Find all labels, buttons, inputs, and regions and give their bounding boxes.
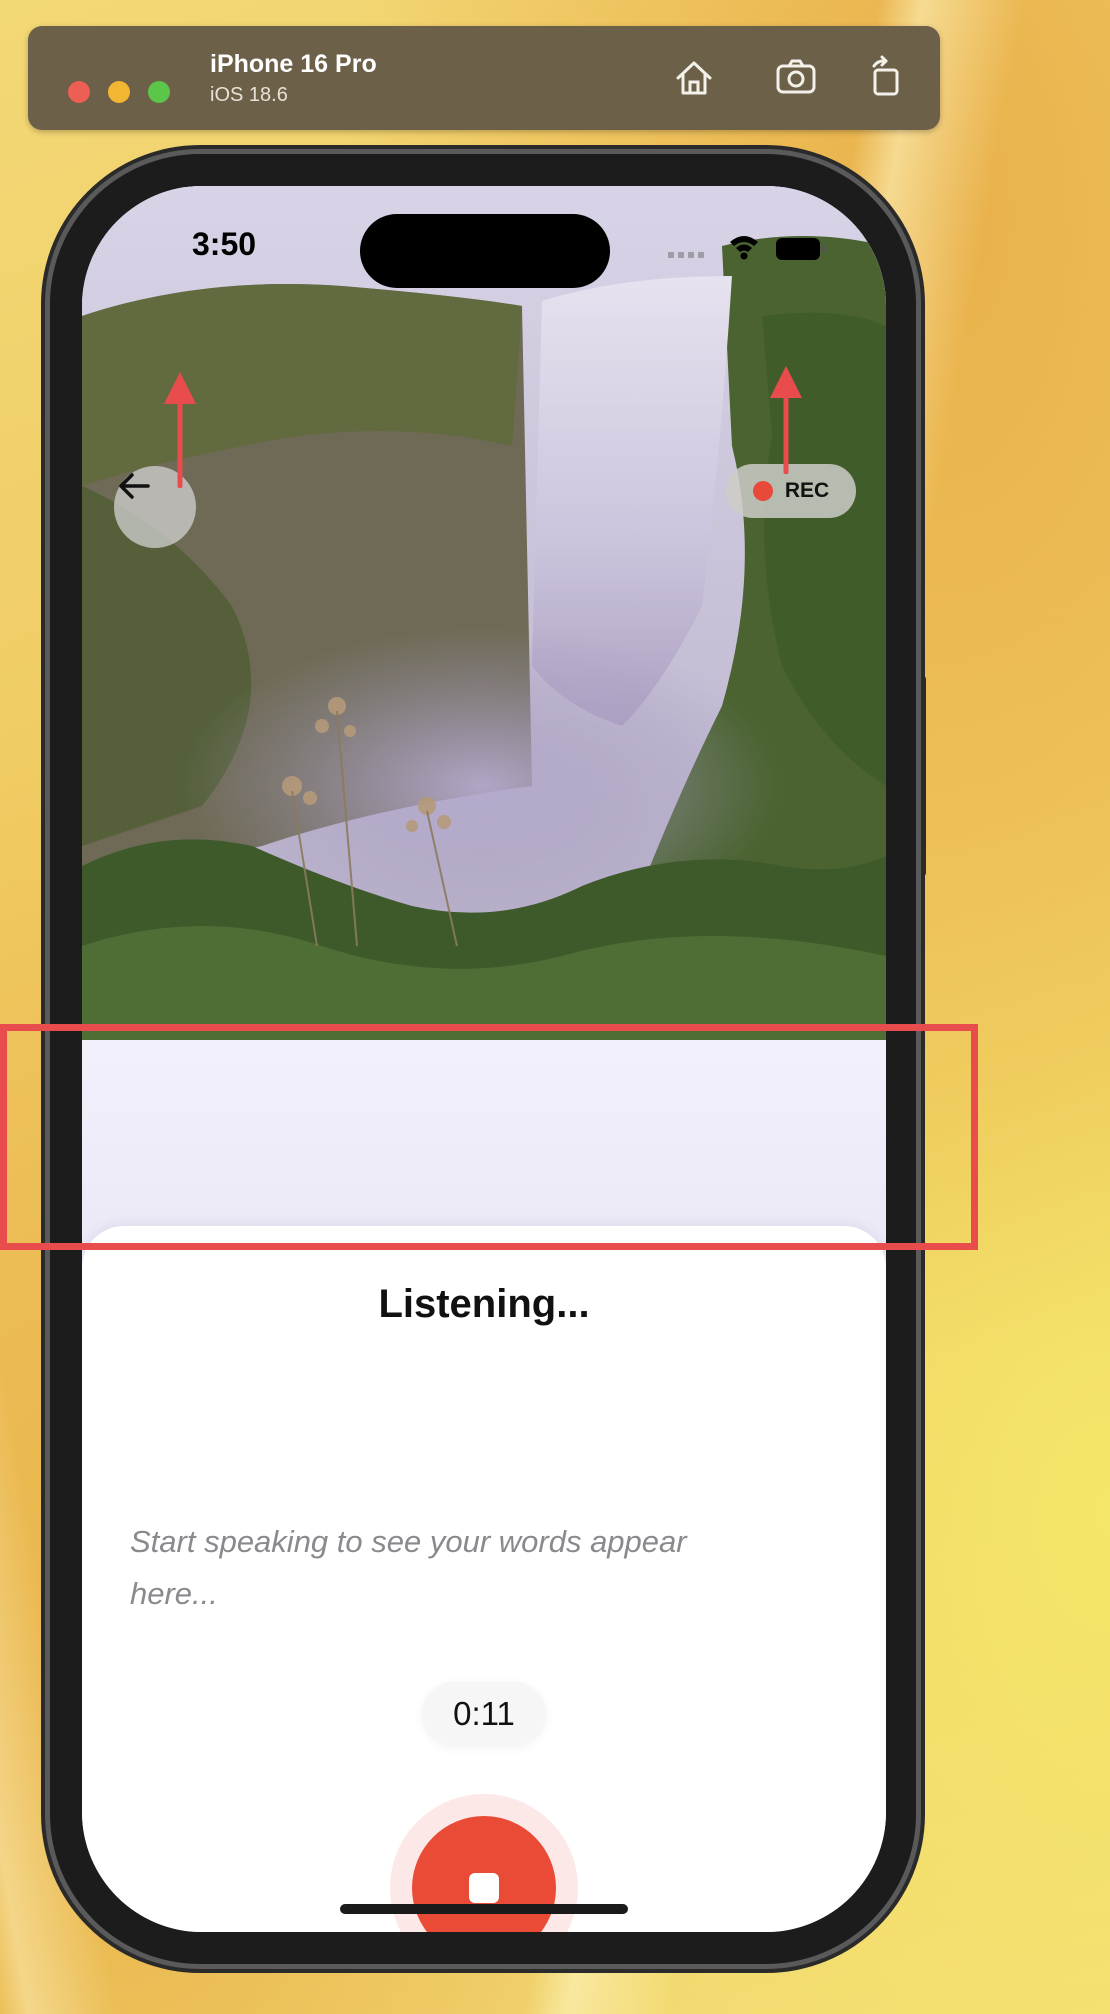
transcript-placeholder: Start speaking to see your words appear … xyxy=(130,1524,687,1611)
stop-icon xyxy=(469,1873,499,1903)
home-icon xyxy=(676,61,712,95)
waterfall-photo: 3:50 REC xyxy=(82,186,886,1040)
screenshot-button[interactable] xyxy=(770,52,822,104)
rec-label: REC xyxy=(784,479,830,502)
simulator-title-bar: iPhone 16 Pro iOS 18.6 xyxy=(28,26,940,130)
recording-timer: 0:11 xyxy=(422,1682,546,1746)
os-version: iOS 18.6 xyxy=(210,84,288,106)
listening-sheet: Listening... Start speaking to see your … xyxy=(82,1226,886,1932)
minimize-window-button[interactable] xyxy=(108,81,130,103)
home-button[interactable] xyxy=(668,52,720,104)
cellular-signal-icon xyxy=(668,252,704,258)
zoom-window-button[interactable] xyxy=(148,81,170,103)
status-icons xyxy=(658,228,838,268)
status-time: 3:50 xyxy=(192,226,257,262)
battery-icon xyxy=(776,238,825,260)
sheet-title: Listening... xyxy=(378,1282,590,1326)
power-button xyxy=(916,676,926,876)
highlight-box xyxy=(0,1024,978,1250)
screenshot-icon xyxy=(776,59,816,94)
rec-dot-icon xyxy=(752,481,773,501)
arrow-to-back-button xyxy=(164,372,196,488)
home-indicator xyxy=(340,1904,628,1914)
device-name: iPhone 16 Pro xyxy=(210,50,377,78)
rotate-button[interactable] xyxy=(860,52,912,104)
wifi-icon xyxy=(730,236,758,260)
close-window-button[interactable] xyxy=(68,81,90,103)
dynamic-island xyxy=(360,214,610,288)
rotate-icon xyxy=(872,55,899,96)
arrow-to-rec-pill xyxy=(770,366,802,474)
arrow-left-icon xyxy=(119,473,150,499)
